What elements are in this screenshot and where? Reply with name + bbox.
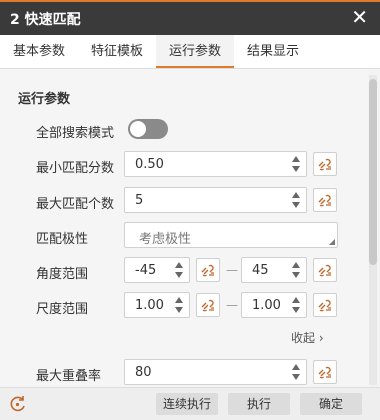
range-separator: — [226,298,238,312]
spin-arrows-icon[interactable] [291,296,301,314]
scrollbar[interactable] [369,75,377,385]
window-title: 2 快速匹配 [10,12,81,28]
refresh-icon[interactable] [8,394,28,418]
tab-feature-template[interactable]: 特征模板 [78,35,156,68]
polarity-label: 匹配极性 [36,232,89,247]
min-score-input[interactable]: 0.50 [124,151,307,177]
full-search-label: 全部搜索模式 [36,126,115,141]
dropdown-corner-icon [329,239,335,245]
scale-range-label: 尺度范围 [36,302,89,317]
run-continuous-button[interactable]: 连续执行 [156,393,218,415]
spin-arrows-icon[interactable] [291,261,301,279]
full-search-toggle[interactable] [128,119,168,139]
max-count-label: 最大匹配个数 [36,197,115,212]
max-count-value: 5 [135,193,144,208]
scale-min-input[interactable]: 1.00 [124,292,190,318]
angle-min-input[interactable]: -45 [124,257,190,283]
title-bar: 2 快速匹配 ✕ [0,0,380,35]
link-icon[interactable] [313,360,337,384]
spin-arrows-icon[interactable] [174,261,184,279]
range-separator: — [226,263,238,277]
spin-arrows-icon[interactable] [291,155,301,173]
tab-result-display[interactable]: 结果显示 [234,35,312,68]
scale-max-input[interactable]: 1.00 [241,292,307,318]
scale-max-value: 1.00 [252,298,281,313]
polarity-select[interactable]: 考虑极性 [124,222,338,248]
tab-bar: 基本参数 特征模板 运行参数 结果显示 [0,35,380,69]
angle-max-value: 45 [252,263,269,278]
bottom-bar: 连续执行 执行 确定 [0,387,380,420]
spin-arrows-icon[interactable] [174,296,184,314]
link-icon[interactable] [196,258,220,282]
params-panel: 运行参数 全部搜索模式 最小匹配分数 0.50 最大匹配个数 5 匹配极性 考虑… [0,69,368,387]
link-icon[interactable] [313,152,337,176]
max-overlap-value: 80 [135,365,152,380]
close-icon[interactable]: ✕ [351,5,368,29]
max-overlap-label: 最大重叠率 [36,369,102,384]
link-icon[interactable] [313,188,337,212]
min-score-value: 0.50 [135,157,164,172]
angle-min-value: -45 [135,263,157,278]
collapse-label: 收起 [291,331,316,345]
spin-arrows-icon[interactable] [291,363,301,381]
toggle-knob [130,121,146,137]
scrollbar-thumb[interactable] [369,79,377,265]
min-score-label: 最小匹配分数 [36,161,115,176]
collapse-link[interactable]: 收起 › [291,329,324,346]
chevron-right-icon: › [318,331,324,345]
max-overlap-input[interactable]: 80 [124,359,307,385]
max-count-input[interactable]: 5 [124,187,307,213]
link-icon[interactable] [313,293,337,317]
scale-min-value: 1.00 [135,298,164,313]
run-button[interactable]: 执行 [228,393,290,415]
section-title: 运行参数 [18,92,71,107]
confirm-button[interactable]: 确定 [300,393,362,415]
angle-range-label: 角度范围 [36,267,89,282]
spin-arrows-icon[interactable] [291,191,301,209]
tab-basic-params[interactable]: 基本参数 [0,35,78,68]
link-icon[interactable] [196,293,220,317]
polarity-value: 考虑极性 [139,232,192,247]
tab-run-params[interactable]: 运行参数 [156,35,234,68]
link-icon[interactable] [313,258,337,282]
angle-max-input[interactable]: 45 [241,257,307,283]
